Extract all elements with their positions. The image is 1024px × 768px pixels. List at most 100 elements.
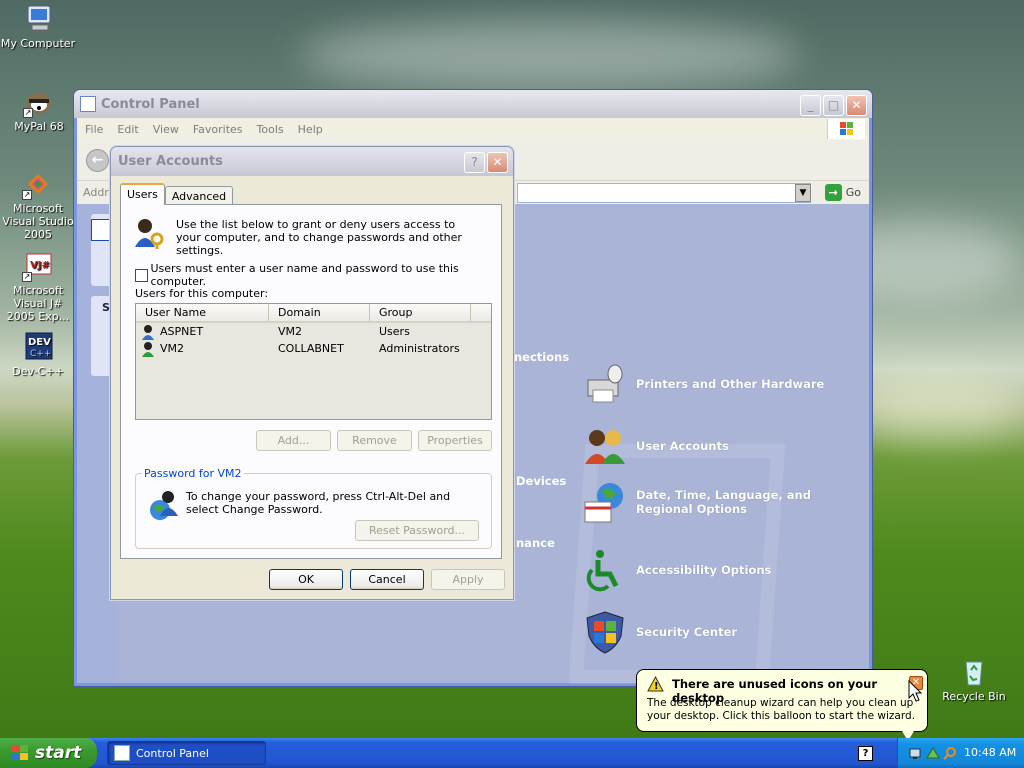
menu-edit[interactable]: Edit — [117, 123, 138, 136]
desktop-icon-label: My Computer — [0, 37, 76, 50]
network-tray-icon[interactable] — [909, 746, 923, 760]
ok-button[interactable]: OK — [269, 569, 343, 590]
menu-tools[interactable]: Tools — [257, 123, 284, 136]
chevron-down-icon[interactable]: ▼ — [795, 184, 811, 202]
desktop-icon-label: Recycle Bin — [942, 690, 1006, 703]
maximize-button[interactable]: □ — [823, 95, 844, 116]
computer-icon — [22, 3, 54, 35]
dialog-title: User Accounts — [118, 154, 223, 169]
users-list-header: User Name Domain Group — [136, 304, 491, 323]
user-accounts-dialog: User Accounts ? ✕ Users Advanced Use the… — [110, 146, 514, 600]
mouse-cursor-icon — [908, 679, 924, 704]
search-tray-icon[interactable] — [943, 746, 957, 760]
desktop-icon-label: Dev-C++ — [12, 365, 64, 378]
tab-strip: Users Advanced — [120, 183, 234, 205]
shortcut-arrow-icon: ↗ — [23, 108, 33, 118]
warning-icon: ! — [647, 675, 664, 692]
go-button[interactable]: → Go — [824, 184, 861, 201]
reset-password-button[interactable]: Reset Password... — [355, 520, 479, 541]
dev-cpp-icon: DEV C++ — [22, 331, 54, 363]
control-panel-titlebar[interactable]: Control Panel — [74, 90, 872, 118]
update-tray-icon[interactable] — [926, 746, 940, 760]
window-title: Control Panel — [101, 96, 200, 112]
desktop-icon-recycle-bin[interactable]: Recycle Bin — [936, 656, 1012, 703]
user-icon — [141, 341, 157, 357]
table-row[interactable]: ASPNET VM2 Users — [136, 323, 491, 340]
cancel-button[interactable]: Cancel — [350, 569, 424, 590]
shortcut-arrow-icon: ↗ — [22, 190, 32, 200]
close-button[interactable]: ✕ — [846, 95, 867, 116]
shield-icon — [582, 610, 628, 654]
properties-button[interactable]: Properties — [418, 430, 492, 451]
visual-jsharp-icon: VJ# ↗ — [22, 250, 54, 282]
menu-help[interactable]: Help — [298, 123, 323, 136]
desktop-icon-label: Microsoft Visual Studio 2005 — [2, 202, 74, 241]
password-required-row: Users must enter a user name and passwor… — [135, 262, 501, 288]
user-icon — [141, 324, 157, 340]
dialog-titlebar[interactable]: User Accounts — [111, 147, 513, 176]
svg-text:!: ! — [654, 681, 659, 692]
taskbar: start Control Panel ? 10:48 AM — [0, 738, 1024, 768]
tab-users[interactable]: Users — [120, 183, 165, 205]
svg-text:C++: C++ — [30, 349, 51, 359]
desktop-icon-mypal[interactable]: ↗ MyPal 68 — [1, 86, 77, 133]
intro-text: Use the list below to grant or deny user… — [176, 218, 462, 257]
desktop-cleanup-balloon[interactable]: ! There are unused icons on your desktop… — [636, 669, 928, 732]
category-accessibility[interactable]: Accessibility Options — [582, 548, 771, 592]
taskbar-item-label: Control Panel — [136, 746, 209, 760]
menu-favorites[interactable]: Favorites — [193, 123, 243, 136]
address-input[interactable] — [517, 183, 811, 203]
category-security-center[interactable]: Security Center — [582, 610, 737, 654]
menu-view[interactable]: View — [153, 123, 179, 136]
back-icon[interactable]: ← — [86, 149, 109, 172]
category-label: Printers and Other Hardware — [636, 377, 825, 391]
start-button[interactable]: start — [0, 738, 97, 768]
column-group[interactable]: Group — [370, 304, 471, 321]
category-network-connections[interactable]: nections — [514, 350, 569, 364]
desktop-icon-visual-studio[interactable]: ↗ Microsoft Visual Studio 2005 — [0, 168, 76, 241]
task-pane-heading: S — [102, 301, 110, 314]
remove-button[interactable]: Remove — [337, 430, 412, 451]
svg-text:DEV: DEV — [28, 337, 51, 348]
category-label: User Accounts — [636, 439, 729, 453]
password-groupbox: Password for VM2 To change your password… — [135, 467, 492, 549]
category-sounds-devices[interactable]: Devices — [516, 474, 566, 488]
globe-calendar-icon — [582, 480, 628, 524]
tab-advanced[interactable]: Advanced — [164, 186, 234, 205]
category-performance-maintenance[interactable]: nance — [516, 536, 555, 550]
category-user-accounts[interactable]: User Accounts — [582, 424, 729, 468]
column-user-name[interactable]: User Name — [136, 304, 269, 321]
users-keys-icon — [133, 217, 165, 249]
users-list[interactable]: User Name Domain Group ASPNET VM2 Users … — [135, 303, 492, 420]
taskbar-item-control-panel[interactable]: Control Panel — [107, 741, 266, 765]
users-list-label: Users for this computer: — [135, 287, 269, 300]
shortcut-arrow-icon: ↗ — [22, 272, 32, 282]
dialog-body: Users Advanced Use the list below to gra… — [111, 176, 513, 599]
help-tray-icon[interactable]: ? — [858, 746, 873, 761]
category-date-time-language[interactable]: Date, Time, Language, and Regional Optio… — [582, 480, 851, 524]
desktop-icon-visual-jsharp[interactable]: VJ# ↗ Microsoft Visual J# 2005 Exp... — [0, 250, 76, 323]
windows-flag-icon — [10, 744, 30, 762]
clock[interactable]: 10:48 AM — [964, 746, 1016, 759]
go-arrow-icon: → — [824, 184, 842, 201]
visual-studio-icon: ↗ — [22, 168, 54, 200]
apply-button[interactable]: Apply — [431, 569, 505, 590]
password-instructions: To change your password, press Ctrl-Alt-… — [186, 490, 451, 516]
system-tray: 10:48 AM — [897, 738, 1024, 768]
users-icon — [582, 424, 628, 468]
minimize-button[interactable]: _ — [800, 95, 821, 116]
close-button[interactable]: ✕ — [487, 152, 508, 173]
add-button[interactable]: Add... — [256, 430, 331, 451]
desktop-icon-my-computer[interactable]: My Computer — [0, 3, 76, 50]
password-required-checkbox[interactable] — [135, 268, 148, 282]
help-button[interactable]: ? — [464, 152, 485, 173]
password-group-title: Password for VM2 — [144, 467, 242, 480]
desktop-icon-dev-cpp[interactable]: DEV C++ Dev-C++ — [0, 331, 76, 378]
menu-bar: File Edit View Favorites Tools Help — [77, 118, 869, 140]
column-domain[interactable]: Domain — [269, 304, 370, 321]
menu-file[interactable]: File — [85, 123, 103, 136]
category-printers-hardware[interactable]: Printers and Other Hardware — [582, 362, 824, 406]
table-row[interactable]: VM2 COLLABNET Administrators — [136, 340, 491, 357]
cell-user-name: ASPNET — [160, 325, 204, 338]
go-label: Go — [845, 186, 861, 199]
